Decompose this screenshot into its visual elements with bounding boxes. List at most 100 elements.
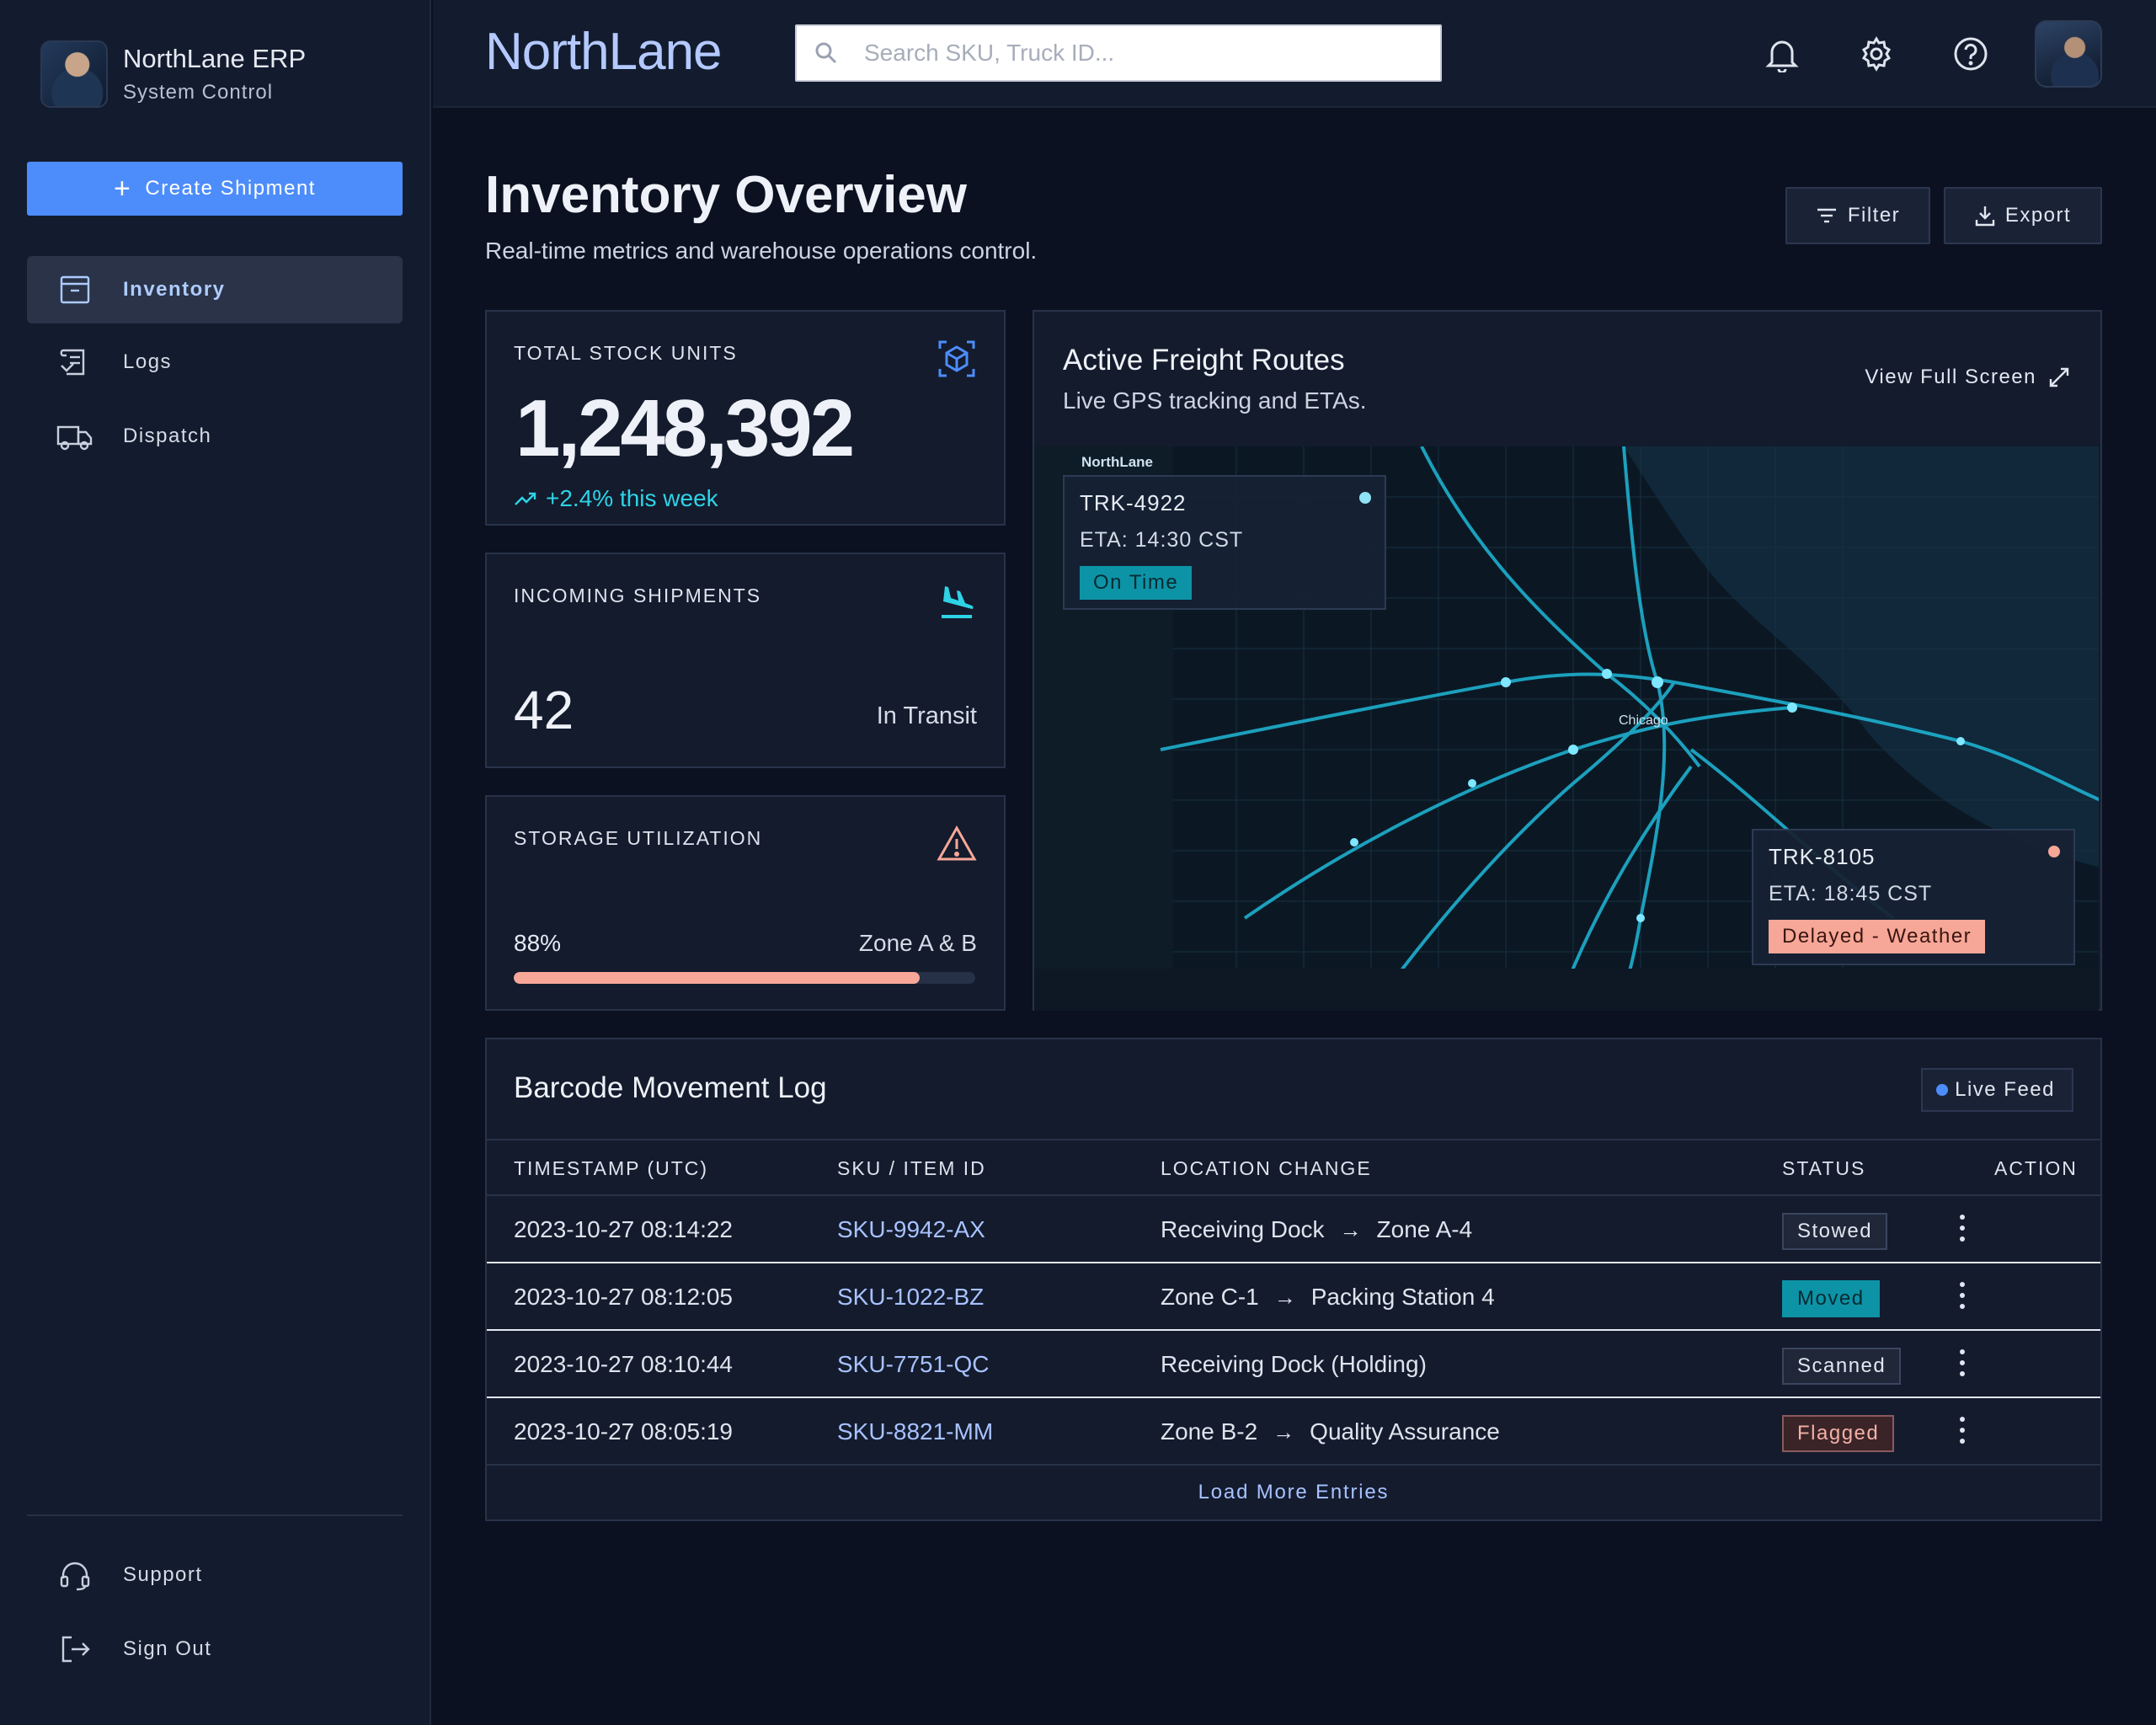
freight-routes-card: Active Freight Routes Live GPS tracking … (1033, 310, 2102, 1011)
freight-map[interactable]: Chicago NorthLane TRK-4922 ETA: 14:30 CS… (1034, 446, 2099, 1011)
search-input[interactable] (864, 40, 1403, 67)
status-badge: On Time (1080, 566, 1193, 600)
download-icon (1975, 206, 1995, 227)
help-icon[interactable] (1947, 30, 1994, 77)
truck-eta: ETA: 18:45 CST (1769, 882, 1933, 905)
stat-zone: Zone A & B (858, 930, 977, 956)
page-title: Inventory Overview (485, 166, 968, 224)
sku-link[interactable]: SKU-9942-AX (837, 1216, 985, 1243)
sidebar-item-label: Inventory (123, 278, 226, 301)
topbar: NorthLane (433, 0, 2156, 108)
search-icon (797, 40, 856, 66)
utilization-bar-fill (514, 972, 921, 984)
stat-value: 1,248,392 (515, 383, 855, 473)
location-to: Zone A-4 (1376, 1216, 1473, 1242)
stat-label: STORAGE UTILIZATION (514, 827, 763, 849)
table-row[interactable]: 2023-10-27 08:05:19 SKU-8821-MM Zone B-2… (487, 1398, 2100, 1466)
export-label: Export (2004, 204, 2072, 227)
sidebar-item-label: Logs (123, 350, 173, 373)
map-subtitle: Live GPS tracking and ETAs. (1063, 387, 1367, 414)
sidebar-item-inventory[interactable]: Inventory (27, 256, 403, 323)
live-feed-label: Live Feed (1955, 1078, 2055, 1101)
more-actions-icon[interactable] (1954, 1279, 1971, 1312)
status-dot (2048, 846, 2060, 857)
sidebar-item-label: Sign Out (123, 1637, 212, 1660)
stat-unit: In Transit (876, 702, 977, 729)
user-avatar[interactable] (2035, 20, 2102, 88)
app-logo[interactable]: NorthLane (485, 22, 723, 82)
live-feed-badge[interactable]: Live Feed (1921, 1068, 2073, 1112)
bell-icon[interactable] (1758, 30, 1806, 77)
status-badge: Scanned (1782, 1348, 1902, 1385)
log-title: Barcode Movement Log (514, 1071, 827, 1104)
location-from: Zone B-2 (1161, 1418, 1258, 1445)
sidebar-item-logs[interactable]: Logs (27, 328, 403, 396)
truck-tooltip-trk-8105[interactable]: TRK-8105 ETA: 18:45 CST Delayed - Weathe… (1752, 829, 2075, 965)
location-from: Receiving Dock (Holding) (1161, 1351, 1427, 1377)
stat-card-incoming: INCOMING SHIPMENTS 42 In Transit (485, 553, 1006, 768)
brand-subtitle: System Control (123, 81, 274, 104)
search-bar[interactable] (795, 24, 1442, 82)
truck-icon (56, 417, 94, 456)
truck-tooltip-trk-4922[interactable]: TRK-4922 ETA: 14:30 CST On Time (1063, 475, 1386, 610)
status-badge: Moved (1782, 1280, 1880, 1317)
timestamp-cell: 2023-10-27 08:10:44 (514, 1351, 733, 1377)
stat-value: 88% (514, 930, 562, 956)
barcode-log-card: Barcode Movement Log Live Feed TIMESTAMP… (485, 1038, 2102, 1521)
column-header[interactable]: LOCATION CHANGE (1161, 1157, 1372, 1180)
live-dot (1936, 1084, 1949, 1096)
cube-icon (937, 339, 977, 379)
column-header[interactable]: TIMESTAMP (UTC) (514, 1157, 708, 1180)
view-full-screen-link[interactable]: View Full Screen (1865, 366, 2070, 389)
more-actions-icon[interactable] (1954, 1413, 1971, 1447)
more-actions-icon[interactable] (1954, 1211, 1971, 1245)
arrow-right-icon: → (1339, 1216, 1362, 1242)
sidebar-item-dispatch[interactable]: Dispatch (27, 403, 403, 470)
status-dot (1359, 492, 1371, 504)
stat-card-total-stock: TOTAL STOCK UNITS 1,248,392 +2.4% this w… (485, 310, 1006, 526)
sidebar-item-support[interactable]: Support (27, 1541, 403, 1609)
sku-link[interactable]: SKU-8821-MM (837, 1418, 993, 1445)
location-cell: Zone C-1 → Packing Station 4 (1161, 1284, 1495, 1311)
map-title: Active Freight Routes (1063, 344, 1345, 377)
location-cell: Zone B-2 → Quality Assurance (1161, 1418, 1500, 1445)
utilization-bar (514, 972, 975, 984)
svg-text:NorthLane: NorthLane (1081, 454, 1153, 470)
location-from: Receiving Dock (1161, 1216, 1325, 1242)
location-from: Zone C-1 (1161, 1284, 1259, 1310)
gear-icon[interactable] (1853, 30, 1900, 77)
column-header[interactable]: STATUS (1782, 1157, 1865, 1180)
filter-button[interactable]: Filter (1785, 187, 1930, 244)
table-row[interactable]: 2023-10-27 08:12:05 SKU-1022-BZ Zone C-1… (487, 1263, 2100, 1331)
headset-icon (56, 1556, 94, 1594)
plus-icon: + (114, 172, 132, 205)
load-more-button[interactable]: Load More Entries (487, 1481, 2100, 1504)
export-button[interactable]: Export (1944, 187, 2102, 244)
warning-icon (937, 824, 977, 864)
table-row[interactable]: 2023-10-27 08:14:22 SKU-9942-AX Receivin… (487, 1196, 2100, 1263)
column-header[interactable]: SKU / ITEM ID (837, 1157, 986, 1180)
filter-icon (1817, 208, 1836, 223)
more-actions-icon[interactable] (1954, 1346, 1971, 1380)
stat-delta: +2.4% this week (514, 485, 718, 512)
timestamp-cell: 2023-10-27 08:12:05 (514, 1284, 733, 1310)
sidebar-item-sign-out[interactable]: Sign Out (27, 1616, 403, 1683)
truck-id: TRK-8105 (1769, 844, 1876, 869)
create-shipment-label: Create Shipment (145, 177, 316, 200)
truck-eta: ETA: 14:30 CST (1080, 528, 1244, 552)
table-row[interactable]: 2023-10-27 08:10:44 SKU-7751-QC Receivin… (487, 1331, 2100, 1398)
location-to: Packing Station 4 (1310, 1284, 1495, 1310)
column-header: ACTION (1994, 1157, 2078, 1179)
create-shipment-button[interactable]: + Create Shipment (27, 162, 403, 216)
sku-link[interactable]: SKU-7751-QC (837, 1351, 990, 1378)
stat-delta-text: +2.4% this week (546, 485, 718, 511)
brand-avatar (40, 40, 108, 108)
table-header: TIMESTAMP (UTC) SKU / ITEM ID LOCATION C… (487, 1139, 2100, 1196)
sku-link[interactable]: SKU-1022-BZ (837, 1284, 984, 1311)
archive-box-icon (56, 270, 94, 309)
arrow-right-icon: → (1273, 1418, 1295, 1445)
location-cell: Receiving Dock (Holding) (1161, 1351, 1427, 1378)
status-badge: Flagged (1782, 1415, 1895, 1452)
expand-icon (2049, 367, 2069, 387)
sidebar: NorthLane ERP System Control + Create Sh… (0, 0, 431, 1725)
